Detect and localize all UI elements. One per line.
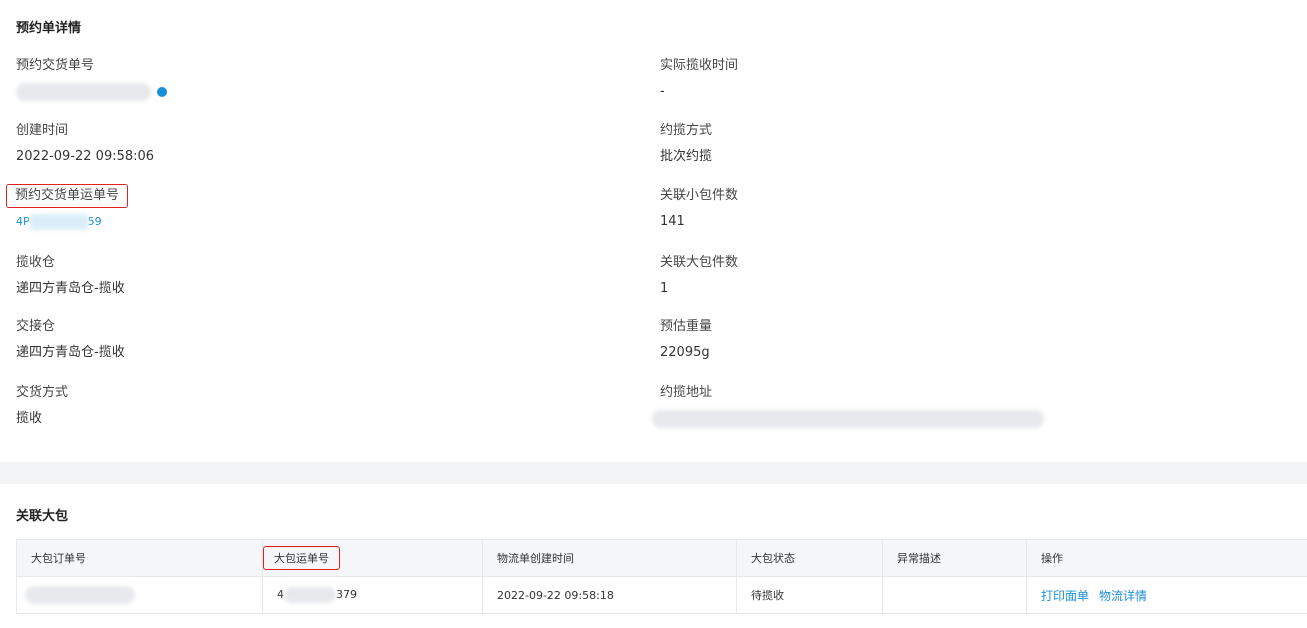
field-value: 2022-09-22 09:58:06 (16, 149, 155, 164)
field-created-time: 创建时间 2022-09-22 09:58:06 (16, 122, 576, 166)
cell-order-no (16, 576, 263, 614)
field-label: 关联小包件数 (660, 188, 739, 203)
cell-waybill-no: 4 379 (262, 576, 483, 614)
redacted-waybill-no (284, 587, 336, 603)
waybill-link-suffix[interactable]: 59 (88, 215, 102, 228)
cell-status: 待揽收 (736, 576, 883, 614)
field-value: 22095g (660, 345, 710, 360)
field-value: 141 (660, 214, 685, 229)
field-pickup-warehouse: 揽收仓 递四方青岛仓-揽收 (16, 254, 576, 298)
field-value: - (660, 84, 665, 99)
cell-exception (882, 576, 1027, 614)
field-pickup-mode: 约揽方式 批次约揽 (660, 122, 1220, 166)
field-value (652, 410, 1220, 429)
field-booking-waybill: 预约交货单运单号 4P 59 (6, 184, 576, 231)
field-value (16, 83, 576, 102)
field-label: 创建时间 (16, 123, 69, 138)
page: 预约单详情 预约交货单号 创建时间 2022-09-22 09:58:06 预约… (0, 0, 1307, 628)
field-value: 1 (660, 281, 669, 296)
column-header-created-time: 物流单创建时间 (482, 539, 737, 577)
packages-section-title: 关联大包 (16, 509, 69, 524)
field-actual-pickup-time: 实际揽收时间 - (660, 57, 1220, 101)
field-handover-warehouse: 交接仓 递四方青岛仓-揽收 (16, 318, 576, 362)
field-small-package-count: 关联小包件数 141 (660, 187, 1220, 231)
column-header-status: 大包状态 (736, 539, 883, 577)
print-label-link[interactable]: 打印面单 (1041, 589, 1089, 603)
field-large-package-count: 关联大包件数 1 (660, 254, 1220, 298)
field-label: 关联大包件数 (660, 255, 739, 270)
highlighted-column-header: 大包运单号 (263, 546, 340, 570)
redacted-booking-no (16, 83, 151, 101)
field-pickup-address: 约揽地址 (652, 384, 1220, 429)
redacted-address (652, 410, 1044, 428)
detail-section-title: 预约单详情 (16, 21, 82, 36)
logistics-detail-link[interactable]: 物流详情 (1099, 589, 1147, 603)
column-header-actions: 操作 (1026, 539, 1307, 577)
waybill-suffix: 379 (336, 588, 357, 601)
field-value: 递四方青岛仓-揽收 (16, 281, 125, 296)
field-label: 预约交货单号 (16, 58, 95, 73)
field-label: 预估重量 (660, 319, 713, 334)
section-divider (0, 462, 1307, 484)
field-value: 批次约揽 (660, 149, 713, 164)
packages-table: 大包订单号 大包运单号 物流单创建时间 大包状态 异常描述 操作 4 379 20… (16, 539, 1307, 614)
table-header-row: 大包订单号 大包运单号 物流单创建时间 大包状态 异常描述 操作 (16, 539, 1307, 577)
field-label: 交接仓 (16, 319, 56, 334)
cell-created-time: 2022-09-22 09:58:18 (482, 576, 737, 614)
waybill-link-prefix[interactable]: 4P (16, 215, 30, 228)
info-icon[interactable] (157, 87, 167, 97)
table-row: 4 379 2022-09-22 09:58:18 待揽收 打印面单 物流详情 (16, 576, 1307, 614)
field-booking-no: 预约交货单号 (16, 57, 576, 102)
cell-actions: 打印面单 物流详情 (1026, 576, 1307, 614)
redacted-waybill (29, 213, 88, 230)
field-delivery-method: 交货方式 揽收 (16, 384, 576, 428)
field-label: 揽收仓 (16, 255, 56, 270)
field-label: 交货方式 (16, 385, 69, 400)
field-value: 递四方青岛仓-揽收 (16, 345, 125, 360)
field-value[interactable]: 4P 59 (16, 213, 576, 231)
highlighted-label: 预约交货单运单号 (6, 184, 129, 208)
field-label: 实际揽收时间 (660, 58, 739, 73)
column-header-waybill-no: 大包运单号 (262, 539, 483, 577)
field-value: 揽收 (16, 411, 43, 426)
column-header-exception: 异常描述 (882, 539, 1027, 577)
field-label: 约揽地址 (660, 385, 713, 400)
waybill-prefix: 4 (277, 588, 284, 601)
column-header-order-no: 大包订单号 (16, 539, 263, 577)
field-label: 约揽方式 (660, 123, 713, 138)
field-estimated-weight: 预估重量 22095g (660, 318, 1220, 362)
redacted-order-no (25, 586, 135, 604)
